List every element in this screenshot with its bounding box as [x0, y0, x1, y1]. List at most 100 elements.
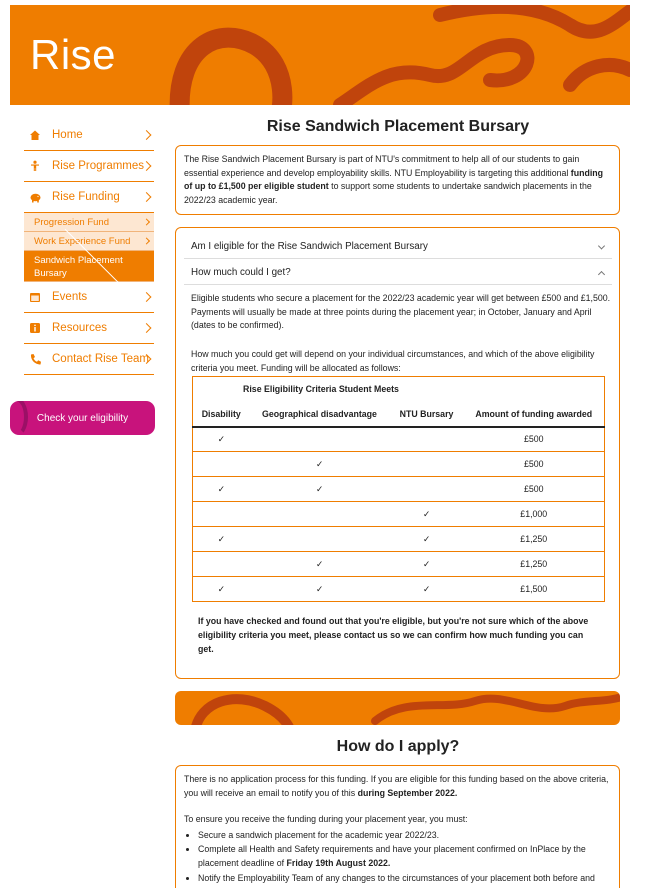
- table-cell: £500: [523, 434, 544, 445]
- list-item-text: Secure a sandwich placement for the acad…: [198, 829, 440, 840]
- funding-table: Rise Eligibility Criteria Student Meets …: [192, 376, 605, 602]
- table-cell: £500: [463, 476, 605, 502]
- sidebar-item-label: Events: [52, 291, 88, 303]
- page-title: Rise Sandwich Placement Bursary: [266, 118, 530, 135]
- apply-paragraph: There is no application process for this…: [184, 773, 611, 800]
- chevron-right-icon: [141, 323, 152, 333]
- info-icon: [28, 321, 42, 335]
- home-icon: [28, 128, 42, 142]
- sidebar-subitem-label: Sandwich Placement Bursary: [34, 255, 123, 279]
- chevron-right-icon: [141, 192, 152, 202]
- table-cell: £1,250: [463, 551, 605, 577]
- table-cell: ✓: [389, 576, 464, 602]
- table-cell: £1,000: [463, 501, 605, 527]
- chevron-down-icon: [597, 241, 606, 250]
- check-eligibility-label: Check your eligibility: [36, 412, 129, 424]
- requirements-list: Secure a sandwich placement for the acad…: [184, 829, 611, 885]
- sidebar-subitem-progression-fund[interactable]: Progression Fund: [24, 213, 154, 232]
- table-row: ✓ £500: [193, 427, 605, 452]
- chevron-right-icon: [141, 130, 152, 140]
- list-item: Secure a sandwich placement for the acad…: [198, 829, 611, 843]
- chevron-right-icon: [142, 218, 151, 226]
- site-title: Rise: [30, 31, 117, 78]
- table-cell: [192, 551, 250, 577]
- list-item: Complete all Health and Safety requireme…: [198, 843, 611, 870]
- sidebar-item-home[interactable]: Home: [24, 120, 154, 151]
- table-header: Disability: [192, 401, 250, 428]
- person-icon: [28, 159, 42, 173]
- table-caption: Rise Eligibility Criteria Student Meets: [243, 384, 399, 395]
- phone-icon: [28, 352, 42, 366]
- faq-accordion: Am I eligible for the Rise Sandwich Plac…: [175, 227, 620, 679]
- accordion-eligibility-header[interactable]: Am I eligible for the Rise Sandwich Plac…: [184, 235, 612, 259]
- sidebar-item-label: Contact Rise Team: [52, 353, 149, 365]
- table-cell: £1,500: [463, 576, 605, 602]
- sidebar-item-contact-rise-team[interactable]: Contact Rise Team: [24, 344, 154, 375]
- list-item-text: Notify the Employability Team of any cha…: [198, 872, 595, 883]
- table-cell: ✓: [249, 476, 390, 502]
- apply-requirements-intro: To ensure you receive the funding during…: [184, 814, 468, 825]
- table-cell: ✓: [192, 526, 250, 552]
- table-cell: ✓: [249, 576, 390, 602]
- sidebar-subitem-sandwich-placement-bursary[interactable]: Sandwich Placement Bursary: [24, 228, 154, 304]
- intro-box: The Rise Sandwich Placement Bursary is p…: [175, 145, 620, 215]
- sidebar-item-resources[interactable]: Resources: [24, 313, 154, 344]
- list-item: Notify the Employability Team of any cha…: [198, 872, 611, 886]
- table-cell: ✓: [389, 551, 464, 577]
- sidebar-subitem-label: Progression Fund: [34, 216, 109, 228]
- chevron-right-icon: [141, 292, 152, 302]
- table-cell: ✓: [217, 433, 225, 444]
- accordion-how-much-header[interactable]: How much could I get?: [184, 261, 612, 285]
- table-header: Geographical disadvantage: [249, 401, 390, 428]
- table-row: ✓ ✓ £1,250: [192, 551, 605, 577]
- how-to-apply-heading: How do I apply?: [336, 738, 460, 755]
- table-cell: [249, 526, 390, 552]
- table-cell: ✓: [249, 551, 390, 577]
- contact-note: If you have checked and found out that y…: [198, 616, 589, 654]
- table-cell: [390, 427, 464, 452]
- accordion-label: Am I eligible for the Rise Sandwich Plac…: [191, 241, 428, 252]
- sidebar-item-label: Resources: [52, 322, 107, 334]
- table-cell: ✓: [192, 476, 250, 502]
- calendar-icon: [28, 290, 42, 304]
- table-cell: £1,250: [463, 526, 605, 552]
- table-cell: £500: [463, 451, 605, 477]
- swoosh-decoration: [10, 401, 28, 435]
- table-cell: [192, 501, 250, 527]
- sidebar-item-label: Home: [52, 129, 83, 141]
- intro-text: The Rise Sandwich Placement Bursary is p…: [184, 154, 580, 178]
- check-eligibility-button[interactable]: Check your eligibility: [10, 401, 155, 435]
- table-row: ✓ £500: [192, 451, 605, 477]
- list-item-text: Complete all Health and Safety requireme…: [198, 844, 586, 868]
- table-cell: [389, 476, 464, 502]
- table-cell: [250, 427, 390, 452]
- table-header: Amount of funding awarded: [463, 401, 605, 428]
- sidebar-item-rise-programmes[interactable]: Rise Programmes: [24, 151, 154, 182]
- piggy-bank-icon: [28, 190, 42, 204]
- header-banner: Rise: [10, 5, 630, 105]
- chevron-up-icon: [597, 270, 606, 278]
- sidebar-item-label: Rise Funding: [52, 191, 120, 203]
- sidebar-subitem-work-experience-fund[interactable]: Work Experience Fund: [24, 232, 154, 251]
- table-row: ✓ £1,000: [192, 501, 605, 527]
- apply-info-box: There is no application process for this…: [175, 765, 620, 888]
- accordion-label: How much could I get?: [191, 267, 291, 278]
- table-cell: [192, 451, 250, 477]
- table-row: ✓ ✓ ✓ £1,500: [192, 576, 605, 602]
- table-header: NTU Bursary: [389, 401, 464, 428]
- table-cell: [389, 451, 464, 477]
- sidebar-nav: Home Rise Programmes Rise Funding Progre…: [24, 120, 154, 375]
- sidebar-item-rise-funding[interactable]: Rise Funding: [24, 182, 154, 213]
- decorative-banner-strip: [175, 691, 620, 725]
- sidebar-item-label: Rise Programmes: [52, 160, 145, 172]
- table-cell: ✓: [249, 451, 390, 477]
- sidebar-item-events[interactable]: Events: [24, 282, 154, 313]
- table-cell: [249, 501, 390, 527]
- table-row: ✓ ✓ £1,250: [192, 526, 605, 552]
- apply-deadline: during September 2022.: [357, 787, 458, 798]
- table-cell: ✓: [389, 501, 464, 527]
- table-cell: ✓: [389, 526, 464, 552]
- list-item-bold: Friday 19th August 2022.: [286, 857, 391, 868]
- payment-paragraph: Eligible students who secure a placement…: [191, 293, 611, 331]
- table-row: ✓ ✓ £500: [192, 476, 605, 502]
